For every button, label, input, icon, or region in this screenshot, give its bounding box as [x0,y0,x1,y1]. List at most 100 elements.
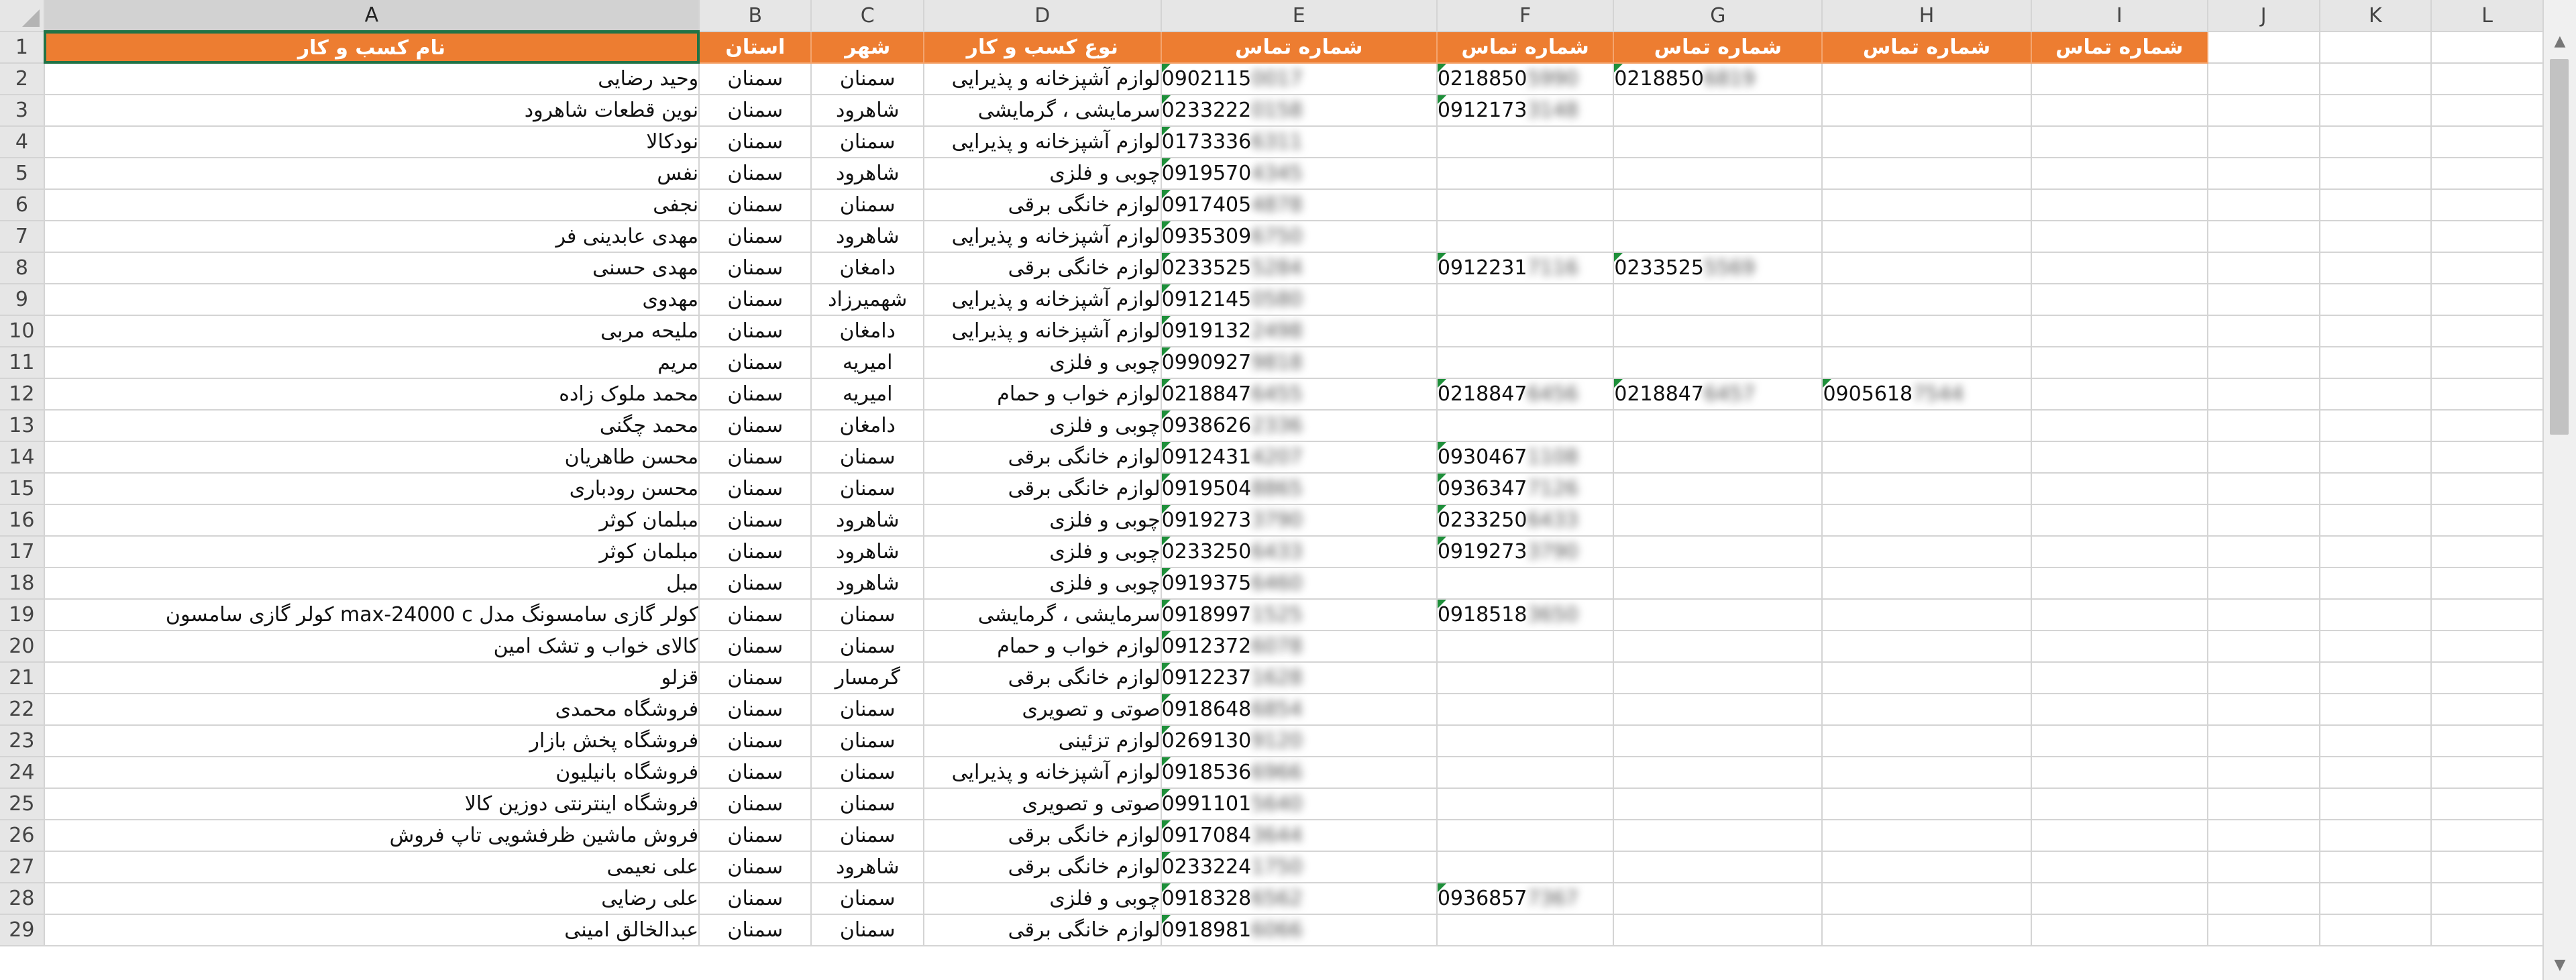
empty-cell[interactable] [2431,757,2544,789]
phone-cell[interactable] [2031,820,2208,852]
province-cell[interactable]: سمنان [699,788,812,820]
phone-cell[interactable] [1613,441,1823,474]
empty-cell[interactable] [2431,410,2544,442]
phone-cell[interactable]: 09353096750 [1161,221,1438,253]
province-cell[interactable]: سمنان [699,851,812,883]
empty-cell[interactable] [2431,252,2544,284]
empty-cell[interactable] [2431,126,2544,158]
empty-cell[interactable] [2207,221,2320,253]
business-type-cell[interactable]: لوازم آشپزخانه و پذیرایی [924,221,1162,253]
phone-cell[interactable] [1436,126,1615,158]
business-type-cell[interactable]: لوازم خواب و حمام [924,631,1162,663]
city-cell[interactable]: گرمسار [811,662,924,694]
phone-cell[interactable] [1822,757,2032,789]
phone-cell[interactable] [1822,441,2032,474]
phone-cell[interactable]: 09192733790 [1161,504,1438,537]
phone-cell[interactable]: 09195704345 [1161,158,1438,190]
phone-cell[interactable] [2031,914,2208,946]
phone-cell[interactable] [2031,473,2208,505]
business-type-cell[interactable]: لوازم آشپزخانه و پذیرایی [924,126,1162,158]
city-cell[interactable]: دامغان [811,315,924,347]
province-cell[interactable]: سمنان [699,252,812,284]
business-type-cell[interactable]: چوبی و فلزی [924,410,1162,442]
business-name-cell[interactable]: قزلو [44,662,700,694]
row-number[interactable]: 12 [0,378,45,411]
scroll-up-icon[interactable]: ▲ [2544,27,2576,56]
empty-cell[interactable] [2319,820,2432,852]
row-number[interactable]: 3 [0,95,45,127]
row-number[interactable]: 29 [0,914,45,946]
empty-cell[interactable] [2319,473,2432,505]
phone-cell[interactable] [1822,694,2032,726]
row-number[interactable]: 20 [0,631,45,663]
row-number[interactable]: 7 [0,221,45,253]
province-cell[interactable]: سمنان [699,189,812,221]
phone-cell[interactable] [1436,694,1615,726]
row-number[interactable]: 9 [0,284,45,316]
phone-cell[interactable] [1436,662,1615,694]
scroll-thumb[interactable] [2550,59,2569,435]
phone-cell[interactable]: 02332220158 [1161,95,1438,127]
business-name-cell[interactable]: مبلمان کوثر [44,504,700,537]
phone-cell[interactable]: 02691309120 [1161,725,1438,757]
phone-cell[interactable] [1613,662,1823,694]
header-cell[interactable]: استان [699,32,812,64]
column-header-k[interactable]: K [2319,0,2432,32]
row-number[interactable]: 22 [0,694,45,726]
province-cell[interactable]: سمنان [699,221,812,253]
empty-cell[interactable] [2207,284,2320,316]
phone-cell[interactable] [1613,820,1823,852]
phone-cell[interactable] [2031,441,2208,474]
empty-cell[interactable] [2319,284,2432,316]
province-cell[interactable]: سمنان [699,441,812,474]
empty-cell[interactable] [2431,536,2544,568]
business-type-cell[interactable]: لوازم خانگی برقی [924,820,1162,852]
phone-cell[interactable] [1613,631,1823,663]
business-type-cell[interactable]: چوبی و فلزی [924,158,1162,190]
phone-cell[interactable] [1822,347,2032,379]
phone-cell[interactable]: 09192733790 [1436,536,1615,568]
empty-cell[interactable] [2431,221,2544,253]
phone-cell[interactable] [1822,410,2032,442]
city-cell[interactable]: دامغان [811,252,924,284]
empty-cell[interactable] [2207,631,2320,663]
phone-cell[interactable] [1613,788,1823,820]
row-number[interactable]: 25 [0,788,45,820]
empty-cell[interactable] [2319,757,2432,789]
empty-cell[interactable] [2207,347,2320,379]
phone-cell[interactable]: 09056187544 [1822,378,2032,411]
phone-cell[interactable]: 02335255569 [1613,252,1823,284]
business-name-cell[interactable]: نوین قطعات شاهرود [44,95,700,127]
city-cell[interactable]: شاهرود [811,567,924,600]
row-number[interactable]: 23 [0,725,45,757]
phone-cell[interactable] [1822,315,2032,347]
business-type-cell[interactable]: لوازم تزئینی [924,725,1162,757]
phone-cell[interactable] [2031,221,2208,253]
row-number[interactable]: 8 [0,252,45,284]
province-cell[interactable]: سمنان [699,662,812,694]
empty-cell[interactable] [2431,158,2544,190]
column-header-g[interactable]: G [1613,0,1823,32]
business-name-cell[interactable]: مهدی عابدینی فر [44,221,700,253]
phone-cell[interactable] [2031,347,2208,379]
business-name-cell[interactable]: فروشگاه بانیلیون [44,757,700,789]
phone-cell[interactable] [1436,221,1615,253]
row-number[interactable]: 24 [0,757,45,789]
empty-cell[interactable] [2319,252,2432,284]
city-cell[interactable]: دامغان [811,410,924,442]
empty-cell[interactable] [2207,757,2320,789]
city-cell[interactable]: شاهرود [811,158,924,190]
phone-cell[interactable]: 09363477126 [1436,473,1615,505]
phone-cell[interactable]: 09186486854 [1161,694,1438,726]
phone-cell[interactable] [1613,536,1823,568]
phone-cell[interactable] [1436,757,1615,789]
row-number[interactable]: 18 [0,567,45,600]
phone-cell[interactable] [1613,914,1823,946]
phone-cell[interactable]: 02332506433 [1436,504,1615,537]
phone-cell[interactable] [1436,315,1615,347]
empty-cell[interactable] [2431,788,2544,820]
business-name-cell[interactable]: مهدوی [44,284,700,316]
row-number[interactable]: 27 [0,851,45,883]
phone-cell[interactable] [1613,284,1823,316]
empty-cell[interactable] [2207,63,2320,95]
